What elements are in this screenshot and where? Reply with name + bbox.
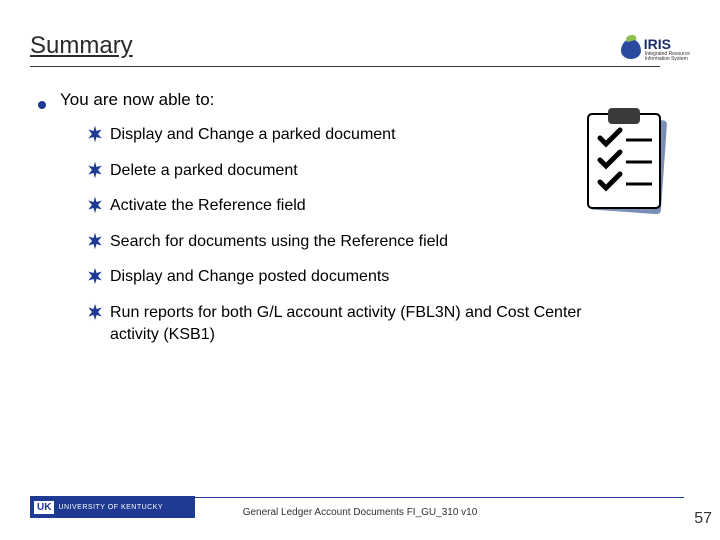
clipboard-icon — [578, 108, 678, 218]
list-item: Delete a parked document — [86, 160, 586, 182]
page-title: Summary — [30, 32, 133, 62]
list-item: Search for documents using the Reference… — [86, 231, 586, 253]
list-item: Display and Change posted documents — [86, 266, 586, 288]
list-item-text: Search for documents using the Reference… — [110, 231, 448, 253]
iris-logo-sub2: Information System — [645, 57, 690, 62]
footer-doc-title: General Ledger Account Documents FI_GU_3… — [0, 507, 720, 518]
list-item: Display and Change a parked document — [86, 124, 586, 146]
header-divider — [30, 66, 660, 67]
list-item: Run reports for both G/L account activit… — [86, 302, 586, 345]
list-item-text: Run reports for both G/L account activit… — [110, 302, 586, 345]
star-icon — [86, 232, 104, 250]
star-icon — [86, 267, 104, 285]
list-item-text: Activate the Reference field — [110, 195, 306, 217]
list-item: Activate the Reference field — [86, 195, 586, 217]
list-item-text: Display and Change posted documents — [110, 266, 389, 288]
intro-text: You are now able to: — [60, 90, 214, 110]
bullet-icon — [38, 101, 46, 109]
iris-logo: IRIS Integrated Resource Information Sys… — [621, 36, 690, 62]
star-icon — [86, 196, 104, 214]
iris-logo-text: IRIS — [644, 36, 671, 52]
star-icon — [86, 125, 104, 143]
list-item-text: Delete a parked document — [110, 160, 298, 182]
star-icon — [86, 161, 104, 179]
page-number: 57 — [694, 510, 712, 528]
list-item-text: Display and Change a parked document — [110, 124, 396, 146]
star-icon — [86, 303, 104, 321]
iris-icon — [621, 39, 641, 59]
